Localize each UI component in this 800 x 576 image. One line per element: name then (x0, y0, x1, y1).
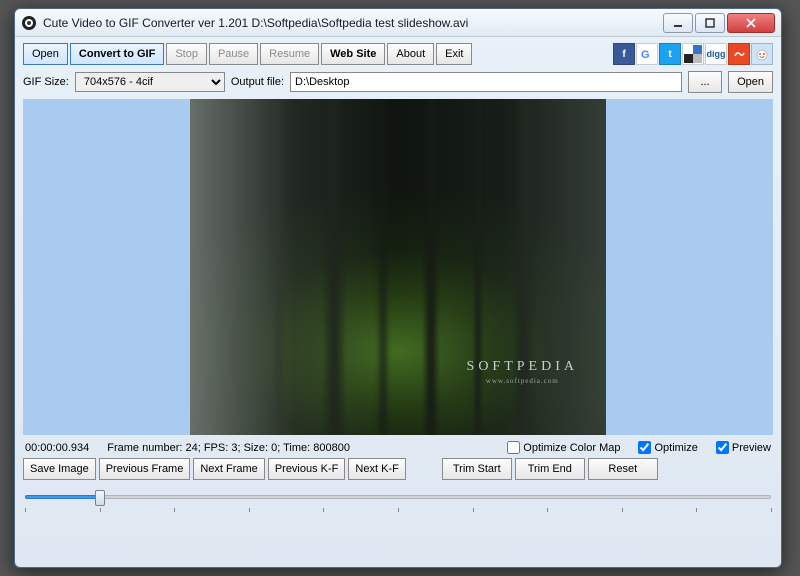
open-output-button[interactable]: Open (728, 71, 773, 93)
reset-button[interactable]: Reset (588, 458, 658, 480)
stop-button[interactable]: Stop (166, 43, 207, 65)
timecode: 00:00:00.934 (25, 442, 89, 454)
output-file-label: Output file: (231, 76, 284, 88)
preview-area: SOFTPEDIA www.softpedia.com (23, 99, 773, 435)
window-title: Cute Video to GIF Converter ver 1.201 D:… (43, 16, 468, 30)
previous-keyframe-button[interactable]: Previous K-F (268, 458, 346, 480)
watermark: SOFTPEDIA www.softpedia.com (467, 359, 578, 385)
app-icon (21, 15, 37, 31)
output-file-input[interactable] (290, 72, 682, 92)
gif-size-label: GIF Size: (23, 76, 69, 88)
stumbleupon-icon[interactable] (728, 43, 750, 65)
facebook-icon[interactable]: f (613, 43, 635, 65)
settings-row: GIF Size: 704x576 - 4cif Output file: ..… (23, 71, 773, 93)
social-icons: f G t digg (613, 43, 773, 65)
maximize-button[interactable] (695, 13, 725, 33)
main-toolbar: Open Convert to GIF Stop Pause Resume We… (23, 43, 773, 65)
delicious-icon[interactable] (682, 43, 704, 65)
save-image-button[interactable]: Save Image (23, 458, 96, 480)
svg-text:G: G (641, 49, 650, 61)
about-button[interactable]: About (387, 43, 434, 65)
convert-button[interactable]: Convert to GIF (70, 43, 164, 65)
slider-ticks (25, 508, 771, 514)
frame-controls: Save Image Previous Frame Next Frame Pre… (23, 458, 773, 480)
seek-slider[interactable] (25, 488, 771, 508)
next-frame-button[interactable]: Next Frame (193, 458, 264, 480)
gif-size-select[interactable]: 704x576 - 4cif (75, 72, 225, 92)
trim-end-button[interactable]: Trim End (515, 458, 585, 480)
video-frame: SOFTPEDIA www.softpedia.com (190, 99, 606, 435)
open-button[interactable]: Open (23, 43, 68, 65)
app-window: Cute Video to GIF Converter ver 1.201 D:… (14, 8, 782, 568)
optimize-checkbox[interactable]: Optimize (638, 441, 697, 454)
minimize-button[interactable] (663, 13, 693, 33)
seek-slider-row (23, 488, 773, 518)
digg-icon[interactable]: digg (705, 43, 727, 65)
resume-button[interactable]: Resume (260, 43, 319, 65)
google-icon[interactable]: G (636, 43, 658, 65)
twitter-icon[interactable]: t (659, 43, 681, 65)
pause-button[interactable]: Pause (209, 43, 258, 65)
preview-checkbox[interactable]: Preview (716, 441, 771, 454)
optimize-color-map-checkbox[interactable]: Optimize Color Map (507, 441, 620, 454)
reddit-icon[interactable] (751, 43, 773, 65)
client-area: Open Convert to GIF Stop Pause Resume We… (15, 37, 781, 524)
website-button[interactable]: Web Site (321, 43, 385, 65)
status-row: 00:00:00.934 Frame number: 24; FPS: 3; S… (23, 435, 773, 458)
browse-button[interactable]: ... (688, 71, 722, 93)
previous-frame-button[interactable]: Previous Frame (99, 458, 191, 480)
trim-start-button[interactable]: Trim Start (442, 458, 512, 480)
exit-button[interactable]: Exit (436, 43, 472, 65)
frame-info: Frame number: 24; FPS: 3; Size: 0; Time:… (107, 442, 350, 454)
close-button[interactable] (727, 13, 775, 33)
titlebar[interactable]: Cute Video to GIF Converter ver 1.201 D:… (15, 9, 781, 37)
next-keyframe-button[interactable]: Next K-F (348, 458, 405, 480)
